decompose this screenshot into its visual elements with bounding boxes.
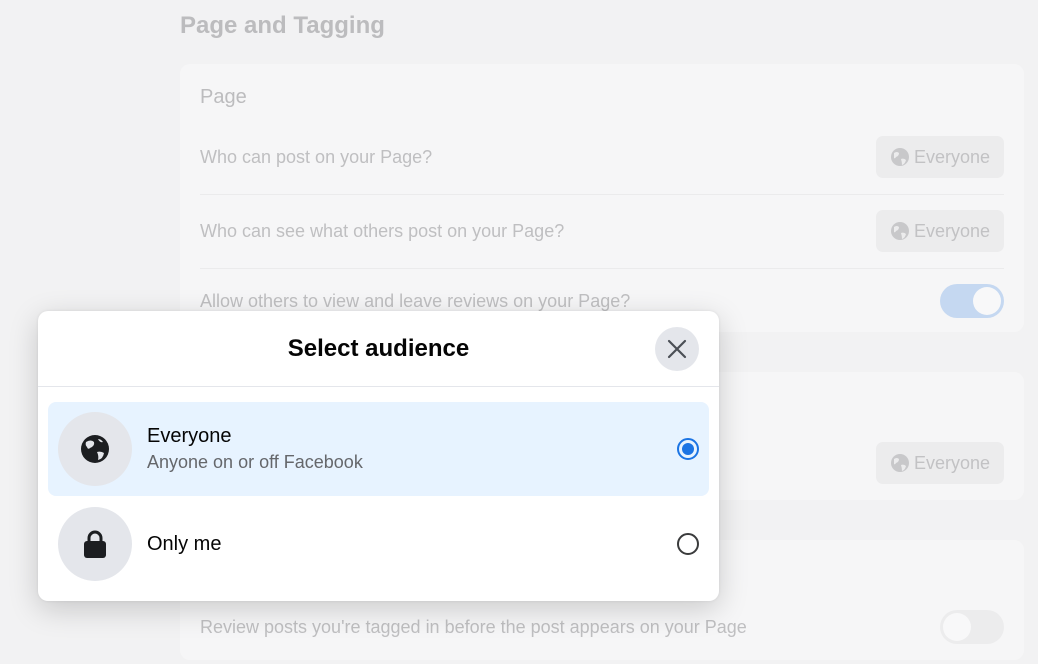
- lock-icon: [84, 530, 106, 558]
- radio-only-me[interactable]: [677, 533, 699, 555]
- setting-row-review-tags: Review posts you're tagged in before the…: [200, 590, 1004, 664]
- option-icon-wrap: [58, 507, 132, 581]
- globe-icon: [81, 435, 109, 463]
- setting-label: Who can see what others post on your Pag…: [200, 220, 565, 241]
- page-settings-card: Page Who can post on your Page? Everyone…: [180, 64, 1024, 332]
- audience-value: Everyone: [913, 220, 990, 241]
- setting-row-who-can-see: Who can see what others post on your Pag…: [200, 194, 1004, 269]
- section-title: Page and Tagging: [180, 12, 385, 39]
- dialog-header: Select audience: [38, 311, 719, 387]
- globe-icon: [890, 454, 909, 472]
- audience-option-only-me[interactable]: Only me: [48, 497, 709, 591]
- close-button[interactable]: [655, 327, 699, 371]
- audience-button[interactable]: Everyone: [875, 442, 1004, 484]
- option-sublabel: Anyone on or off Facebook: [147, 452, 363, 472]
- audience-value: Everyone: [913, 452, 990, 473]
- audience-button[interactable]: Everyone: [875, 210, 1004, 252]
- setting-label: Who can post on your Page?: [200, 146, 433, 167]
- option-text: Everyone Anyone on or off Facebook: [147, 425, 677, 473]
- globe-icon: [890, 222, 909, 240]
- reviews-toggle[interactable]: [940, 284, 1004, 318]
- card-title: Page: [200, 86, 247, 108]
- toggle-knob: [973, 287, 1001, 315]
- audience-value: Everyone: [913, 146, 990, 167]
- review-tags-toggle[interactable]: [940, 610, 1004, 644]
- close-icon: [667, 339, 687, 359]
- globe-icon: [890, 148, 909, 166]
- audience-option-everyone[interactable]: Everyone Anyone on or off Facebook: [48, 402, 709, 496]
- option-label: Everyone: [147, 425, 232, 447]
- option-label: Only me: [147, 532, 222, 555]
- toggle-knob: [943, 613, 971, 641]
- setting-label: Review posts you're tagged in before the…: [200, 616, 747, 637]
- radio-everyone[interactable]: [677, 438, 699, 460]
- audience-button[interactable]: Everyone: [875, 136, 1004, 178]
- select-audience-dialog: Select audience Everyone Anyone on or of…: [38, 311, 719, 601]
- setting-label: Allow others to view and leave reviews o…: [200, 290, 631, 311]
- setting-row-who-can-post: Who can post on your Page? Everyone: [200, 120, 1004, 195]
- option-icon-wrap: [58, 412, 132, 486]
- dialog-title: Select audience: [287, 334, 470, 362]
- option-text: Only me: [147, 533, 677, 556]
